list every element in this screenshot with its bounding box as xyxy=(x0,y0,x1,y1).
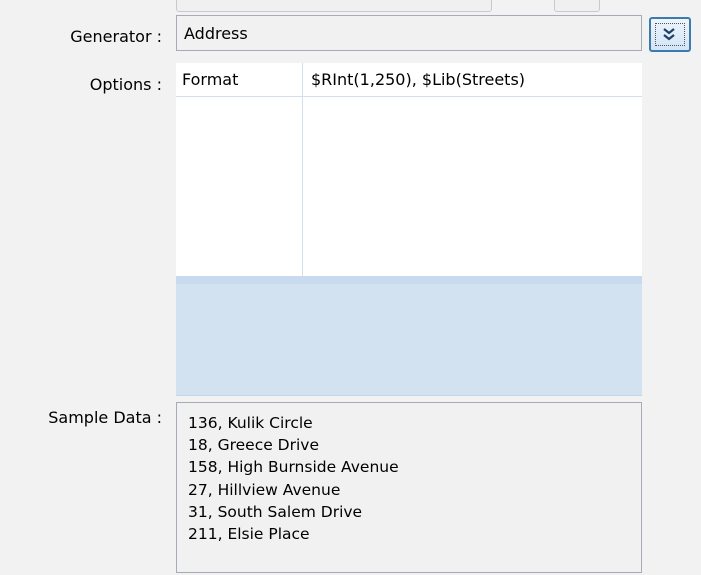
sample-data-list: 136, Kulik Circle 18, Greece Drive 158, … xyxy=(188,412,399,545)
sample-data-line: 211, Elsie Place xyxy=(188,525,310,544)
options-label: Options : xyxy=(89,75,162,94)
options-grid[interactable] xyxy=(176,63,642,276)
option-value-format[interactable]: $RInt(1,250), $Lib(Streets) xyxy=(311,70,525,89)
double-chevron-down-icon xyxy=(663,28,675,41)
options-row-divider xyxy=(176,96,642,97)
sample-data-label: Sample Data : xyxy=(48,408,162,427)
generator-value: Address xyxy=(184,24,248,43)
option-description-panel xyxy=(176,276,642,396)
top-cut-off-field[interactable] xyxy=(176,0,492,12)
generator-expand-button[interactable] xyxy=(649,17,691,52)
option-key-format[interactable]: Format xyxy=(182,70,238,89)
sample-data-line: 27, Hillview Avenue xyxy=(188,480,341,499)
options-column-divider xyxy=(302,63,303,276)
sample-data-line: 136, Kulik Circle xyxy=(188,414,313,432)
sample-data-line: 158, High Burnside Avenue xyxy=(188,458,399,477)
sample-data-line: 18, Greece Drive xyxy=(188,436,320,455)
top-cut-off-button[interactable] xyxy=(554,0,600,12)
sample-data-line: 31, South Salem Drive xyxy=(188,502,363,521)
generator-label: Generator : xyxy=(70,27,162,46)
